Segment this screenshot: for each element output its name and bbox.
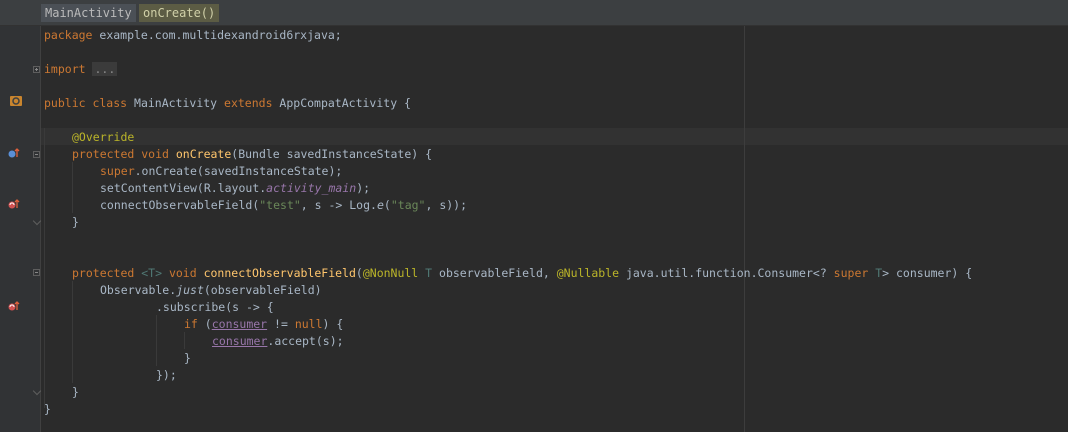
code-line[interactable]: } (72, 384, 79, 401)
indent-guide (72, 281, 73, 383)
code-text: example.com.multidexandroid6rxjava; (92, 28, 342, 42)
indent-guide (72, 162, 73, 213)
breadcrumb-item-class[interactable]: MainActivity (41, 4, 136, 22)
keyword: super (833, 266, 869, 280)
type-parameter: T (868, 266, 883, 280)
code-text: (Bundle savedInstanceState) { (231, 147, 433, 161)
string-literal: "tag" (390, 198, 426, 212)
code-line[interactable]: import ... (44, 61, 118, 78)
code-text: setContentView(R.layout. (100, 181, 267, 195)
code-line[interactable]: protected <T> void connectObservableFiel… (72, 265, 972, 282)
static-field: activity_main (266, 181, 357, 195)
code-line[interactable]: super.onCreate(savedInstanceState); (100, 163, 342, 180)
keyword: import (44, 62, 86, 76)
code-line[interactable]: @Override (72, 129, 134, 146)
indent-guide (156, 315, 157, 366)
code-text: (observableField) (203, 283, 322, 297)
fold-expand-icon[interactable] (33, 66, 40, 73)
caret-line-highlight (41, 128, 1068, 145)
breadcrumb-item-method[interactable]: onCreate() (139, 4, 220, 22)
keyword: package (44, 28, 93, 42)
parameter-reassigned: consumer (211, 317, 268, 331)
type-parameter: T (418, 266, 433, 280)
recursion-icon[interactable] (7, 300, 21, 312)
method-name: connectObservableField (203, 266, 356, 280)
code-text: ( (383, 198, 391, 212)
annotation: @NonNull (362, 266, 419, 280)
fold-collapse-icon[interactable] (33, 269, 40, 276)
code-text: ( (355, 266, 363, 280)
code-line[interactable]: } (44, 401, 51, 418)
keyword: protected void (72, 147, 169, 161)
class-icon[interactable] (9, 95, 23, 107)
code-line[interactable]: public class MainActivity extends AppCom… (44, 95, 411, 112)
parameter-reassigned: consumer (212, 334, 268, 348)
keyword: super (100, 164, 135, 178)
keyword: extends (224, 96, 273, 110)
code-text: ) { (322, 317, 344, 331)
code-line[interactable]: if (consumer != null) { (184, 316, 343, 333)
recursion-icon[interactable] (7, 198, 21, 210)
indent-guide (44, 128, 45, 408)
code-text: , s)); (425, 198, 468, 212)
breadcrumb: MainActivity onCreate() (0, 0, 1068, 26)
code-line[interactable]: connectObservableField("test", s -> Log.… (100, 197, 467, 214)
code-text: , s -> Log. (300, 198, 377, 212)
annotation: @Override (72, 130, 135, 144)
right-margin-guide (744, 26, 745, 432)
keyword: protected (72, 266, 135, 280)
code-text: Observable. (100, 283, 177, 297)
code-line[interactable]: .subscribe(s -> { (156, 299, 274, 316)
override-icon[interactable] (7, 147, 21, 159)
code-line[interactable]: } (184, 350, 191, 367)
code-text: > consumer) { (882, 266, 973, 280)
code-text: connectObservableField( (100, 198, 260, 212)
keyword: null (294, 317, 323, 331)
code-line[interactable]: consumer.accept(s); (212, 333, 344, 350)
code-text: AppCompatActivity { (272, 96, 411, 110)
code-text: java.util.function.Consumer<? (619, 266, 834, 280)
code-line[interactable]: protected void onCreate(Bundle savedInst… (72, 146, 432, 163)
static-method: just (176, 283, 204, 297)
method-name: onCreate (175, 147, 232, 161)
code-text: .onCreate(savedInstanceState); (134, 164, 343, 178)
keyword: if (184, 317, 198, 331)
code-text: ); (356, 181, 371, 195)
code-text: != (267, 317, 295, 331)
static-method: e (376, 198, 384, 212)
code-line[interactable]: } (72, 214, 79, 231)
string-literal: "test" (259, 198, 301, 212)
class-name: MainActivity (127, 96, 225, 110)
type-parameter: <T> (141, 266, 163, 280)
keyword: void (162, 266, 204, 280)
folded-imports[interactable]: ... (92, 62, 118, 76)
code-text: ( (197, 317, 212, 331)
indent-guide (184, 332, 185, 349)
code-line[interactable]: Observable.just(observableField) (100, 282, 322, 299)
code-line[interactable]: setContentView(R.layout.activity_main); (100, 180, 370, 197)
editor-gutter[interactable] (0, 26, 41, 432)
code-text: .accept(s); (267, 334, 344, 348)
code-line[interactable]: package example.com.multidexandroid6rxja… (44, 27, 342, 44)
keyword: public class (44, 96, 128, 110)
code-line[interactable]: }); (156, 367, 177, 384)
code-text: observableField, (432, 266, 557, 280)
annotation: @Nullable (556, 266, 620, 280)
fold-collapse-icon[interactable] (33, 151, 40, 158)
